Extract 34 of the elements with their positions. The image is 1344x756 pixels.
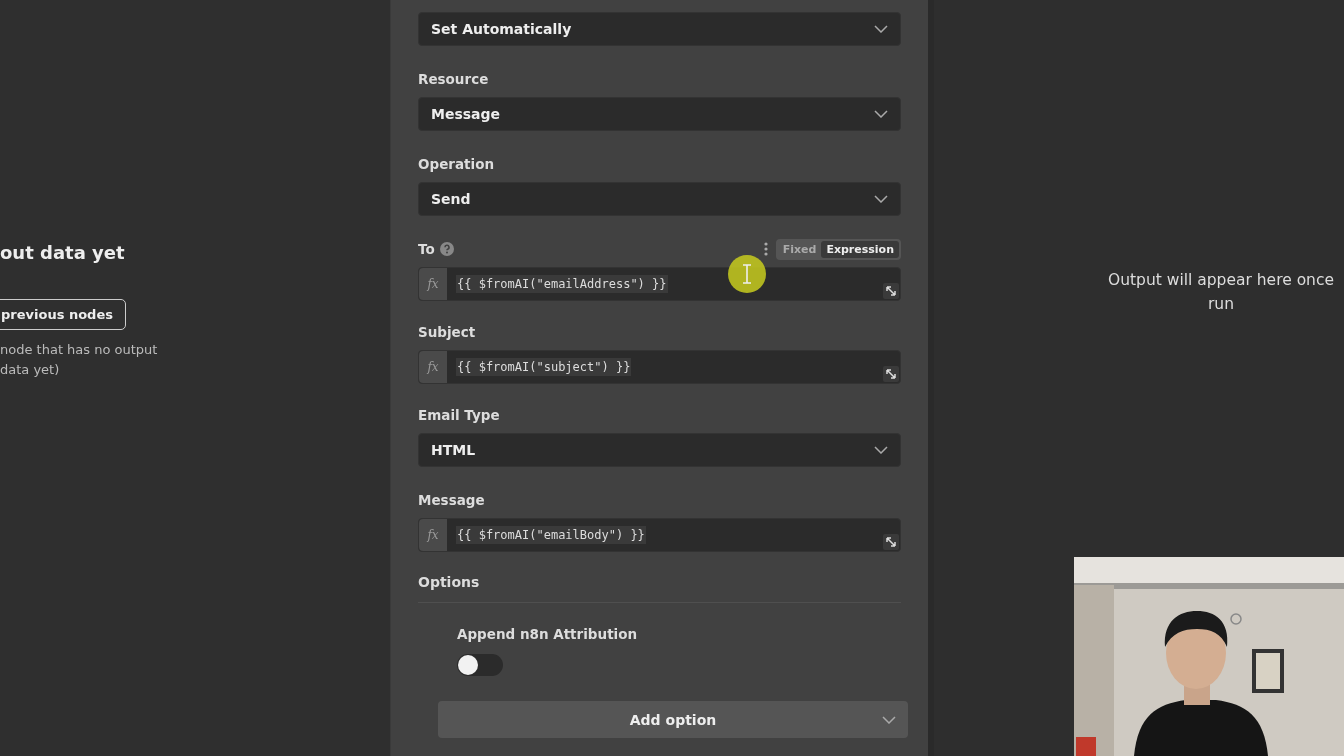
expression-field[interactable]: fx {{ $fromAI("subject") }} [418, 350, 901, 384]
select-field[interactable]: Send [418, 182, 901, 216]
field-label: To [418, 241, 435, 257]
hint-text: data yet) [0, 361, 60, 379]
text-cursor-icon [727, 254, 767, 294]
execute-previous-nodes-button[interactable]: previous nodes [0, 299, 126, 330]
more-options-icon[interactable] [763, 242, 768, 256]
expression-field[interactable]: fx {{ $fromAI("emailBody") }} [418, 518, 901, 552]
option-label: Append n8n Attribution [457, 626, 638, 642]
select-field[interactable]: Set Automatically [418, 12, 901, 46]
field-label: Subject [418, 324, 476, 340]
mode-tab[interactable]: Expression [821, 240, 899, 258]
expand-icon[interactable] [883, 366, 899, 382]
expression-field[interactable]: fx {{ $fromAI("emailAddress") }} [418, 267, 901, 301]
field-label: Message [418, 492, 485, 508]
chevron-down-icon [874, 25, 888, 33]
chevron-down-icon [874, 195, 888, 203]
select-field[interactable]: Message [418, 97, 901, 131]
hint-text: node that has no output [0, 341, 158, 359]
chevron-down-icon [874, 446, 888, 454]
select-field[interactable]: HTML [418, 433, 901, 467]
empty-output-message: Output will appear here once run [1107, 270, 1335, 315]
help-icon[interactable] [439, 242, 454, 256]
field-label: Email Type [418, 407, 500, 423]
add-option-button[interactable]: Add option [438, 701, 908, 738]
empty-state-title: out data yet [0, 242, 125, 263]
expand-icon[interactable] [883, 283, 899, 299]
chevron-down-icon [874, 110, 888, 118]
field-label: Resource [418, 71, 489, 87]
chevron-down-icon [882, 716, 896, 724]
toggle-switch[interactable] [457, 654, 503, 676]
expand-icon[interactable] [883, 534, 899, 550]
field-label: Operation [418, 156, 495, 172]
section-title: Options [418, 574, 480, 592]
